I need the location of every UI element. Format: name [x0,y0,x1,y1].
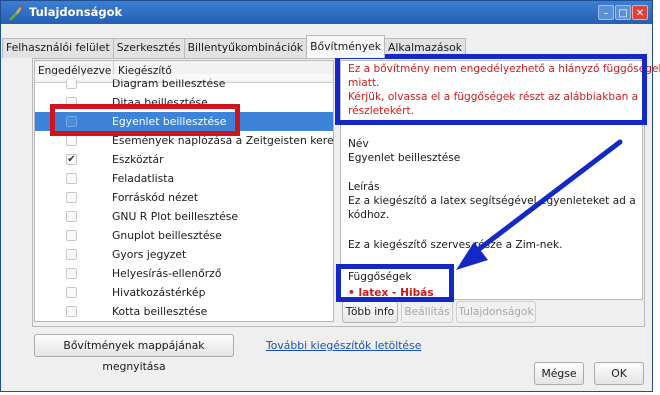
tab-key-bindings[interactable]: Billentyűkombinációk [183,38,308,58]
dependency-warning-line: miatt. [348,77,380,89]
list-item[interactable]: Forráskód nézet [35,188,333,207]
list-item[interactable]: Helyesírás-ellenőrző [35,264,333,283]
list-item[interactable]: ✔ Eszköztár [35,150,333,169]
name-value: Egyenlet beillesztése [348,152,461,164]
plugin-name: Helyesírás-ellenőrző [112,267,222,280]
plugin-name: Kotta beillesztése [112,305,208,318]
dependency-warning-line: Ez a bővítmény nem engedélyezhető a hián… [348,63,660,75]
plugin-list[interactable]: Engedélyezve Kiegészítő Diagram beillesz… [34,60,334,322]
enable-checkbox[interactable] [66,287,77,298]
list-item[interactable]: Ditaa beillesztése [35,93,333,112]
more-info-button[interactable]: Több info [342,301,398,323]
dependencies-heading: Függőségek [348,271,412,283]
list-scrollbar[interactable] [333,83,334,322]
title-bar[interactable]: Tulajdonságok – □ ✕ [1,1,652,24]
description-text: kódhoz. [348,209,390,221]
enable-checkbox[interactable] [66,97,77,108]
name-heading: Név [348,138,369,150]
enable-checkbox[interactable] [66,211,77,222]
list-item[interactable]: Hivatkozástérkép [35,283,333,302]
plugin-name: Gyors jegyzet [112,248,187,261]
properties-button[interactable]: Tulajdonságok [456,301,536,323]
list-item[interactable]: Események naplózása a Zeitgeisten keresz… [35,131,333,150]
dependency-item: • latex - Hibás [348,287,434,299]
plugin-name: Eszköztár [112,153,164,166]
plugin-name: Ditaa beillesztése [112,96,208,109]
tab-editing[interactable]: Szerkesztés [112,38,185,58]
tab-user-interface[interactable]: Felhasználói felület [2,38,114,58]
plugin-name: Hivatkozástérkép [112,286,206,299]
maximize-button[interactable]: □ [615,5,631,20]
list-item[interactable]: Feladatlista [35,169,333,188]
plugin-name: Gnuplot beillesztése [112,229,222,242]
plugin-name: Események naplózása a Zeitgeisten keresz… [112,134,334,147]
enable-checkbox[interactable] [66,116,77,127]
enable-checkbox[interactable]: ✔ [66,154,77,165]
close-button[interactable]: ✕ [632,5,648,20]
plugin-name: Forráskód nézet [112,191,199,204]
zim-app-icon [9,5,23,21]
enable-checkbox[interactable] [66,249,77,260]
enable-checkbox[interactable] [66,230,77,241]
plugin-info-pane: Ez a bővítmény nem engedélyezhető a hián… [340,60,660,300]
ok-button[interactable]: OK [594,362,644,385]
configure-button[interactable]: Beállítás [401,301,453,323]
dependency-warning-line: részletekért. [348,105,415,117]
plugin-name: GNU R Plot beillesztése [112,210,239,223]
list-item[interactable]: Kotta beillesztése [35,302,333,321]
get-more-plugins-link[interactable]: További kiegészítők letöltése [266,339,421,352]
enable-checkbox[interactable] [66,135,77,146]
enable-checkbox[interactable] [66,306,77,317]
plugin-name: Egyenlet beillesztése [112,115,227,128]
enable-checkbox[interactable] [66,192,77,203]
tab-bar: Felhasználói felület Szerkesztés Billent… [2,35,466,59]
open-plugins-folder-button[interactable]: Bővítmények mappájának megnyitása [34,334,234,373]
list-item[interactable]: GNU R Plot beillesztése [35,207,333,226]
plugin-name: Feladatlista [112,172,175,185]
description-heading: Leírás [348,181,380,193]
minimize-button[interactable]: – [598,5,614,20]
cancel-button[interactable]: Mégse [534,362,584,385]
enable-checkbox[interactable] [66,173,77,184]
description-text: Ez a kiegészítő a latex segítségével egy… [348,195,636,207]
list-item[interactable]: Gyors jegyzet [35,245,333,264]
window-title: Tulajdonságok [29,5,123,19]
enable-checkbox[interactable] [66,268,77,279]
tab-plugins[interactable]: Bővítmények [306,35,385,58]
tab-applications[interactable]: Alkalmazások [384,38,466,58]
core-plugin-note: Ez a kiegészítő szerves része a Zim-nek. [348,239,563,251]
list-item[interactable]: Gnuplot beillesztése [35,226,333,245]
list-item-selected[interactable]: Egyenlet beillesztése [35,112,333,131]
scroll-clip [35,74,333,80]
dependency-warning-line: Kérjük, olvassa el a függőségek részt az… [348,91,639,103]
